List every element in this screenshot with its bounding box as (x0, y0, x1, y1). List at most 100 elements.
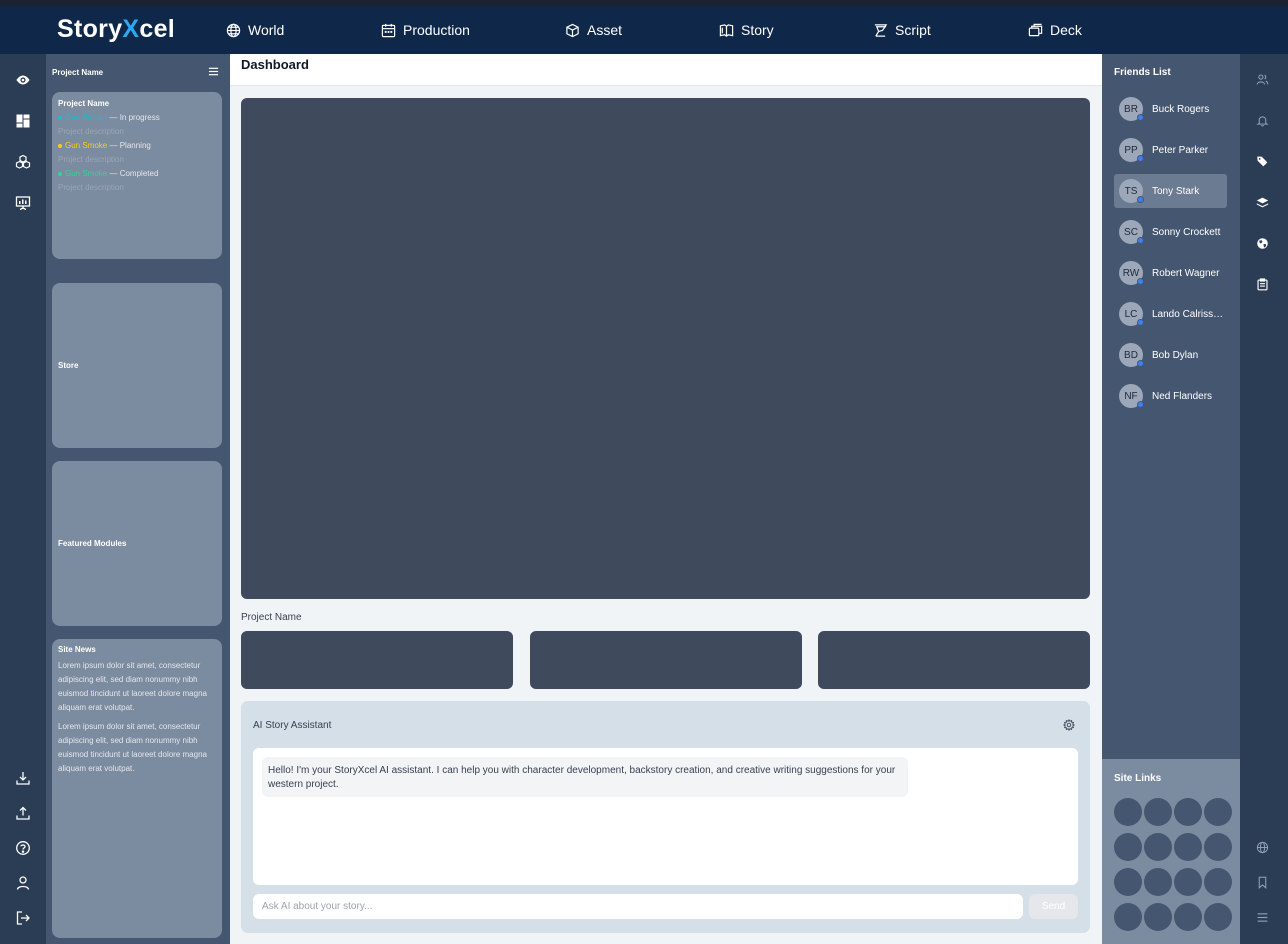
top-navigation-bar: StoryXcel World Production Asset Story S… (0, 6, 1288, 54)
ai-chat-window: Hello! I'm your StoryXcel AI assistant. … (253, 748, 1078, 885)
globe-icon[interactable] (1256, 841, 1269, 854)
site-link-button[interactable] (1144, 833, 1172, 861)
globe-icon[interactable] (1256, 237, 1269, 250)
send-button[interactable]: Send (1029, 894, 1078, 919)
avatar-initials: LC (1124, 308, 1138, 320)
project-item-status: — Completed (109, 169, 159, 178)
friend-item[interactable]: NF Ned Flanders (1114, 379, 1227, 413)
nav-story[interactable]: Story (719, 6, 774, 54)
site-link-button[interactable] (1174, 798, 1202, 826)
project-thumbnail[interactable] (241, 631, 513, 689)
nav-label: Deck (1050, 22, 1082, 38)
site-link-button[interactable] (1204, 833, 1232, 861)
logout-icon[interactable] (14, 909, 32, 927)
friend-name: Lando Calrissian (1152, 308, 1224, 320)
store-card[interactable]: Store (52, 283, 222, 448)
nav-label: Production (403, 22, 470, 38)
avatar: BR (1119, 97, 1144, 121)
cards-icon (1028, 23, 1043, 36)
project-item-name: Gun Smoke (65, 169, 108, 178)
project-item[interactable]: Gun Smoke — Planning (58, 141, 216, 150)
site-news-title: Site News (58, 645, 96, 654)
tags-icon[interactable] (1256, 155, 1269, 168)
friend-item[interactable]: BR Buck Rogers (1114, 92, 1227, 126)
project-thumbnail[interactable] (530, 631, 802, 689)
friend-item[interactable]: TS Tony Stark (1114, 174, 1227, 208)
avatar-initials: RW (1122, 267, 1140, 279)
presentation-icon[interactable] (14, 194, 32, 212)
site-link-button[interactable] (1204, 798, 1232, 826)
status-dot (58, 171, 62, 176)
site-link-button[interactable] (1204, 903, 1232, 931)
friend-item[interactable]: RW Robert Wagner (1114, 256, 1227, 290)
featured-modules-title: Featured Modules (58, 539, 127, 548)
status-dot (58, 143, 62, 148)
project-name-label: Project Name (241, 612, 302, 623)
online-status-dot (1137, 278, 1144, 285)
nav-deck[interactable]: Deck (1028, 6, 1082, 54)
friend-name: Tony Stark (1152, 185, 1200, 197)
avatar: RW (1119, 261, 1144, 285)
project-item-name: Gun Smoke (65, 113, 108, 122)
main-content: Dashboard Project Name AI Story Assistan… (230, 54, 1102, 944)
featured-modules-card[interactable]: Featured Modules (52, 461, 222, 626)
globe-icon (226, 23, 241, 37)
project-item-description: Project description (58, 155, 124, 164)
clipboard-icon[interactable] (1256, 278, 1269, 291)
help-icon[interactable] (14, 839, 32, 857)
download-icon[interactable] (14, 769, 32, 787)
avatar: BD (1119, 343, 1144, 367)
bookmark-icon[interactable] (1256, 876, 1269, 889)
bell-icon[interactable] (1256, 114, 1269, 127)
nav-production[interactable]: Production (381, 6, 470, 54)
site-link-button[interactable] (1174, 868, 1202, 896)
site-link-button[interactable] (1144, 868, 1172, 896)
friend-item[interactable]: BD Bob Dylan (1114, 338, 1227, 372)
logo-text-story: Story (57, 15, 123, 43)
friend-item[interactable]: SC Sonny Crockett (1114, 215, 1227, 249)
site-link-button[interactable] (1174, 833, 1202, 861)
site-link-button[interactable] (1174, 903, 1202, 931)
site-link-button[interactable] (1114, 903, 1142, 931)
project-thumbnail[interactable] (818, 631, 1090, 689)
nav-asset[interactable]: Asset (565, 6, 622, 54)
hamburger-menu-icon[interactable] (208, 66, 219, 77)
gear-icon[interactable] (1063, 719, 1075, 731)
eye-icon[interactable] (14, 71, 32, 89)
right-panel: Friends List BR Buck Rogers PP Peter Par… (1102, 54, 1240, 944)
project-item[interactable]: Gun Smoke — In progress (58, 113, 216, 122)
dashboard-icon[interactable] (14, 112, 32, 130)
site-link-button[interactable] (1114, 868, 1142, 896)
friend-item[interactable]: LC Lando Calrissian (1114, 297, 1227, 331)
menu-icon[interactable] (1256, 911, 1269, 924)
avatar-initials: SC (1124, 226, 1138, 238)
nav-script[interactable]: Script (873, 6, 931, 54)
avatar: PP (1119, 138, 1144, 162)
friend-name: Bob Dylan (1152, 349, 1199, 361)
site-link-button[interactable] (1144, 798, 1172, 826)
online-status-dot (1137, 360, 1144, 367)
friend-item[interactable]: PP Peter Parker (1114, 133, 1227, 167)
nav-world[interactable]: World (226, 6, 284, 54)
modules-icon[interactable] (14, 153, 32, 171)
project-item[interactable]: Gun Smoke — Completed (58, 169, 216, 178)
online-status-dot (1137, 196, 1144, 203)
site-link-button[interactable] (1114, 833, 1142, 861)
layers-icon[interactable] (1256, 196, 1269, 209)
hero-media-placeholder[interactable] (241, 98, 1090, 599)
upload-icon[interactable] (14, 804, 32, 822)
user-icon[interactable] (14, 874, 32, 892)
site-link-button[interactable] (1144, 903, 1172, 931)
status-dot (58, 115, 62, 120)
site-link-button[interactable] (1114, 798, 1142, 826)
avatar: SC (1119, 220, 1144, 244)
calendar-icon (381, 23, 396, 37)
nav-label: Script (895, 22, 931, 38)
ai-prompt-input[interactable] (253, 894, 1023, 919)
storyxcel-logo[interactable]: StoryXcel (57, 15, 175, 44)
users-icon[interactable] (1256, 73, 1269, 86)
site-link-button[interactable] (1204, 868, 1232, 896)
project-card: Project Name Gun Smoke — In progress Pro… (52, 92, 222, 259)
logo-text-x: X (122, 15, 140, 43)
avatar: LC (1119, 302, 1144, 326)
